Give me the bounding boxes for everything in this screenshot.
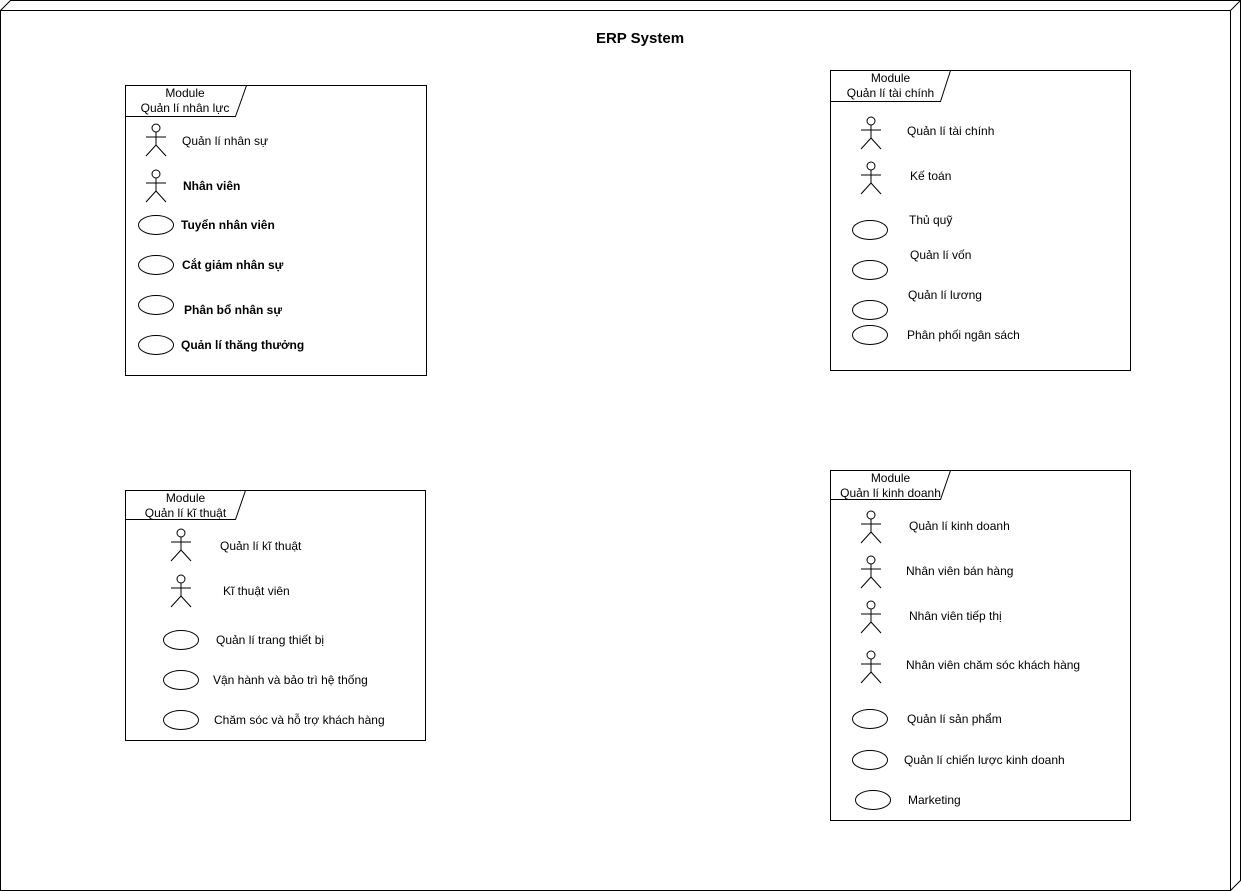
actor-label: Nhân viên tiếp thị: [909, 609, 1002, 623]
actor-icon: [170, 528, 192, 562]
actor-label: Kế toán: [910, 169, 952, 183]
actor-icon: [860, 116, 882, 150]
module-business: Module Quản lí kinh doanh Quản lí kinh d…: [830, 470, 1131, 821]
use-case-label: Vận hành và bảo trì hệ thống: [213, 673, 368, 687]
module-tech: Module Quản lí kĩ thuật Quản lí kĩ thuật…: [125, 490, 426, 741]
module-tab-label: Module Quản lí tài chính: [831, 71, 950, 101]
actor-icon: [145, 123, 167, 157]
use-case-label: Chăm sóc và hỗ trợ khách hàng: [214, 713, 385, 727]
use-case-ellipse-icon: [855, 790, 891, 810]
module-name: Quản lí kinh doanh: [840, 486, 941, 500]
system-title: ERP System: [595, 30, 685, 47]
module-keyword: Module: [165, 86, 205, 100]
module-tab-label: Module Quản lí kĩ thuật: [126, 491, 245, 521]
actor-label: Quản lí tài chính: [907, 124, 995, 138]
module-name: Quản lí tài chính: [846, 86, 935, 100]
actor-label: Quản lí kĩ thuật: [220, 539, 302, 553]
use-case-ellipse-icon: [852, 325, 888, 345]
actor-label: Nhân viên bán hàng: [906, 564, 1014, 578]
use-case-ellipse-icon: [163, 630, 199, 650]
actor-label: Nhân viên: [183, 179, 241, 193]
use-case-ellipse-icon: [852, 220, 888, 240]
use-case-ellipse-icon: [163, 670, 199, 690]
use-case-label: Phân bổ nhân sự: [184, 303, 283, 317]
use-case-ellipse-icon: [163, 710, 199, 730]
module-finance: Module Quản lí tài chính Quản lí tài chí…: [830, 70, 1131, 371]
use-case-ellipse-icon: [852, 300, 888, 320]
module-hr: Module Quản lí nhân lực Quản lí nhân sự …: [125, 85, 427, 376]
actor-label: Quản lí nhân sự: [182, 134, 269, 148]
use-case-label: Cắt giảm nhân sự: [182, 258, 284, 272]
use-case-label: Thủ quỹ: [909, 213, 953, 227]
actor-icon: [145, 169, 167, 203]
actor-label: Quản lí kinh doanh: [909, 519, 1010, 533]
module-keyword: Module: [165, 491, 206, 505]
module-name: Quản lí kĩ thuật: [144, 506, 227, 520]
actor-icon: [860, 510, 882, 544]
use-case-ellipse-icon: [138, 335, 174, 355]
module-tab-label: Module Quản lí kinh doanh: [831, 471, 950, 501]
use-case-label: Phân phối ngân sách: [907, 328, 1020, 342]
use-case-ellipse-icon: [852, 709, 888, 729]
use-case-label: Quản lí thăng thưởng: [181, 338, 305, 352]
use-case-label: Quản lí trang thiết bị: [216, 633, 325, 647]
module-name: Quản lí nhân lực: [140, 101, 230, 115]
use-case-ellipse-icon: [138, 255, 174, 275]
use-case-label: Marketing: [908, 793, 961, 807]
actor-icon: [170, 574, 192, 608]
module-keyword: Module: [870, 71, 911, 85]
use-case-label: Quản lí sản phẩm: [907, 712, 1002, 726]
use-case-ellipse-icon: [138, 215, 174, 235]
use-case-label: Quản lí lương: [908, 288, 982, 302]
module-keyword: Module: [870, 471, 911, 485]
actor-label: Nhân viên chăm sóc khách hàng: [906, 658, 1081, 672]
actor-icon: [860, 555, 882, 589]
use-case-ellipse-icon: [852, 260, 888, 280]
use-case-label: Quản lí vốn: [910, 248, 972, 262]
module-tab-label: Module Quản lí nhân lực: [126, 86, 244, 116]
actor-icon: [860, 600, 882, 634]
actor-icon: [860, 650, 882, 684]
use-case-label: Quản lí chiến lược kinh doanh: [904, 753, 1065, 767]
use-case-ellipse-icon: [852, 750, 888, 770]
use-case-ellipse-icon: [138, 295, 174, 315]
actor-icon: [860, 161, 882, 195]
use-case-label: Tuyển nhân viên: [181, 218, 275, 232]
actor-label: Kĩ thuật viên: [223, 584, 290, 598]
